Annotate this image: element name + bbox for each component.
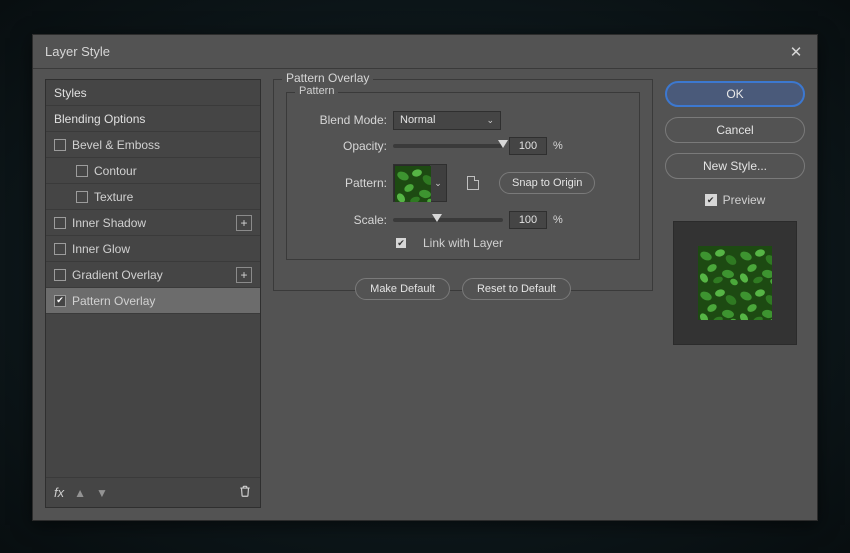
- scale-row: Scale: 100 %: [299, 207, 627, 233]
- checkbox-icon[interactable]: [54, 269, 66, 281]
- opacity-row: Opacity: 100 %: [299, 133, 627, 159]
- style-item-label: Texture: [94, 190, 133, 204]
- preview-toggle[interactable]: Preview: [665, 193, 805, 207]
- opacity-slider[interactable]: [393, 144, 503, 148]
- styles-header[interactable]: Styles: [46, 80, 260, 106]
- pattern-group: Pattern Blend Mode: Normal ⌄ Opacity:: [286, 92, 640, 260]
- style-item-label: Inner Shadow: [72, 216, 146, 230]
- style-item-label: Inner Glow: [72, 242, 130, 256]
- move-down-icon[interactable]: ▼: [96, 486, 108, 500]
- trash-icon[interactable]: [238, 484, 252, 501]
- create-pattern-icon[interactable]: [467, 176, 479, 190]
- checkbox-icon[interactable]: [54, 139, 66, 151]
- blend-mode-row: Blend Mode: Normal ⌄: [299, 107, 627, 133]
- blending-options-label: Blending Options: [54, 112, 145, 126]
- defaults-row: Make Default Reset to Default: [286, 278, 640, 300]
- preview-swatch: [698, 246, 772, 320]
- settings-panel: Pattern Overlay Pattern Blend Mode: Norm…: [273, 79, 653, 508]
- group-title: Pattern: [295, 85, 338, 97]
- reset-default-button[interactable]: Reset to Default: [462, 278, 571, 300]
- checkbox-icon[interactable]: [76, 165, 88, 177]
- blending-options[interactable]: Blending Options: [46, 106, 260, 132]
- pattern-swatch: [394, 165, 430, 201]
- actions-panel: OK Cancel New Style... Preview: [665, 79, 805, 508]
- style-item-gradient-overlay[interactable]: Gradient Overlay +: [46, 262, 260, 288]
- style-item-label: Contour: [94, 164, 137, 178]
- style-item-label: Bevel & Emboss: [72, 138, 160, 152]
- checkbox-icon[interactable]: [54, 217, 66, 229]
- snap-to-origin-button[interactable]: Snap to Origin: [499, 172, 595, 194]
- style-item-texture[interactable]: Texture: [46, 184, 260, 210]
- pattern-row: Pattern: ⌄ Snap to Origin: [299, 159, 627, 207]
- checkbox-icon[interactable]: [54, 243, 66, 255]
- styles-footer: fx ▲ ▼: [46, 477, 260, 507]
- style-item-pattern-overlay[interactable]: Pattern Overlay: [46, 288, 260, 314]
- styles-list: Styles Blending Options Bevel & Emboss C…: [45, 79, 261, 508]
- add-effect-icon[interactable]: +: [236, 267, 252, 283]
- scale-slider[interactable]: [393, 218, 503, 222]
- checkbox-icon[interactable]: [76, 191, 88, 203]
- style-item-inner-shadow[interactable]: Inner Shadow +: [46, 210, 260, 236]
- style-item-inner-glow[interactable]: Inner Glow: [46, 236, 260, 262]
- slider-thumb-icon[interactable]: [498, 140, 508, 148]
- styles-header-label: Styles: [54, 86, 87, 100]
- blend-mode-label: Blend Mode:: [299, 113, 387, 127]
- link-label: Link with Layer: [423, 236, 503, 250]
- pattern-picker[interactable]: ⌄: [393, 164, 447, 202]
- add-effect-icon[interactable]: +: [236, 215, 252, 231]
- chevron-down-icon: ⌄: [486, 115, 494, 126]
- dialog-body: Styles Blending Options Bevel & Emboss C…: [33, 69, 817, 520]
- pattern-overlay-fieldset: Pattern Overlay Pattern Blend Mode: Norm…: [273, 79, 653, 291]
- blend-mode-value: Normal: [400, 114, 435, 126]
- layer-style-dialog: Layer Style ✕ Styles Blending Options Be…: [32, 34, 818, 521]
- style-item-bevel[interactable]: Bevel & Emboss: [46, 132, 260, 158]
- link-checkbox[interactable]: [395, 237, 407, 249]
- fieldset-title: Pattern Overlay: [282, 71, 373, 85]
- move-up-icon[interactable]: ▲: [74, 486, 86, 500]
- cancel-button[interactable]: Cancel: [665, 117, 805, 143]
- style-item-label: Pattern Overlay: [72, 294, 155, 308]
- fx-menu-icon[interactable]: fx: [54, 485, 64, 500]
- new-style-button[interactable]: New Style...: [665, 153, 805, 179]
- slider-thumb-icon[interactable]: [432, 214, 442, 222]
- preview-label: Preview: [723, 193, 766, 207]
- preview-checkbox[interactable]: [705, 194, 717, 206]
- titlebar: Layer Style ✕: [33, 35, 817, 69]
- opacity-input[interactable]: 100: [509, 137, 547, 155]
- link-row: Link with Layer: [299, 233, 627, 253]
- scale-label: Scale:: [299, 213, 387, 227]
- style-item-label: Gradient Overlay: [72, 268, 163, 282]
- scale-input[interactable]: 100: [509, 211, 547, 229]
- scale-unit: %: [553, 214, 563, 226]
- make-default-button[interactable]: Make Default: [355, 278, 450, 300]
- pattern-label: Pattern:: [299, 176, 387, 190]
- opacity-label: Opacity:: [299, 139, 387, 153]
- chevron-down-icon[interactable]: ⌄: [430, 165, 446, 201]
- blend-mode-select[interactable]: Normal ⌄: [393, 111, 501, 130]
- close-icon[interactable]: ✕: [787, 43, 805, 61]
- ok-button[interactable]: OK: [665, 81, 805, 107]
- preview-box: [673, 221, 797, 345]
- style-item-contour[interactable]: Contour: [46, 158, 260, 184]
- dialog-title: Layer Style: [45, 44, 110, 59]
- checkbox-icon[interactable]: [54, 295, 66, 307]
- opacity-unit: %: [553, 140, 563, 152]
